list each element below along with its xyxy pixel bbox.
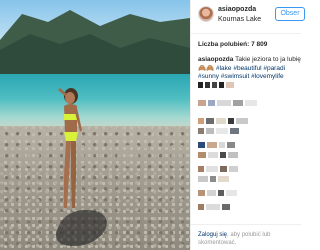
blurred-comment <box>198 152 301 158</box>
blurred-comment <box>198 190 301 196</box>
post-side-panel: asiaopozda Kournas Lake Obser Liczba pol… <box>190 0 305 250</box>
photo-mountains <box>0 10 190 80</box>
blurred-comment <box>198 176 301 182</box>
blurred-comment <box>198 100 301 106</box>
caption-tags-line-2[interactable]: #sunny #swimsuit #lovemylife <box>198 73 301 82</box>
login-line-2: skomentować. <box>198 240 237 246</box>
login-link[interactable]: Zaloguj się <box>198 232 227 238</box>
post-caption: asiaopozda Takie jeziora to ja lubię 🙈🙈 … <box>198 56 301 82</box>
blurred-comment <box>198 166 301 172</box>
post-photo[interactable] <box>0 0 190 250</box>
blurred-comment <box>198 204 301 210</box>
caption-emoji-tags[interactable]: 🙈🙈 #lake #beautiful #paradi <box>198 65 285 72</box>
blurred-comment <box>198 118 301 124</box>
likes-count[interactable]: Liczba polubień: 7 809 <box>198 41 267 48</box>
follow-button[interactable]: Obser <box>275 7 305 21</box>
blurred-comment <box>198 128 301 134</box>
blurred-comment <box>198 82 301 88</box>
photo-water <box>0 74 190 129</box>
post-header: asiaopozda Kournas Lake Obser <box>191 0 305 34</box>
caption-tags-line-1[interactable]: 🙈🙈 #lake #beautiful #paradi <box>198 65 301 74</box>
login-footer: Zaloguj się, aby polubić lub skomentować… <box>191 224 301 250</box>
avatar[interactable] <box>198 6 214 22</box>
login-rest: , aby polubić lub <box>227 232 271 238</box>
person-figure-icon <box>58 88 82 208</box>
blurred-comment <box>198 142 301 148</box>
caption-author[interactable]: asiaopozda <box>198 56 233 63</box>
caption-text: Takie jeziora to ja lubię <box>235 56 301 63</box>
post-location[interactable]: Kournas Lake <box>218 16 261 23</box>
post-username[interactable]: asiaopozda <box>218 6 256 13</box>
login-prompt: Zaloguj się, aby polubić lub skomentować… <box>198 231 298 247</box>
